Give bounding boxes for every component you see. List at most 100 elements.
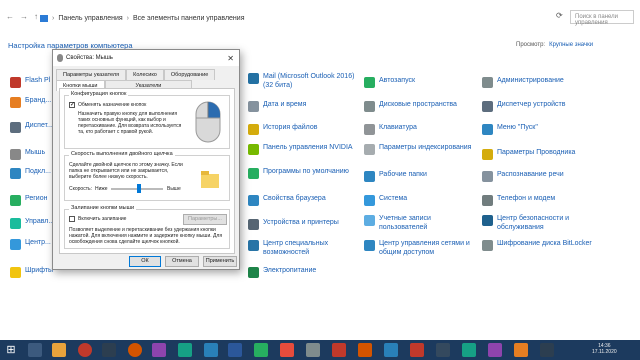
click-lock-checkbox[interactable] [69, 216, 75, 222]
apply-button[interactable]: Применить [203, 256, 237, 267]
cp-item[interactable]: Система [364, 194, 479, 214]
breadcrumb-item[interactable]: Все элементы панели управления [133, 15, 244, 22]
app-icon[interactable] [384, 343, 398, 357]
file-history-icon [248, 124, 259, 135]
firefox-icon[interactable] [128, 343, 142, 357]
cp-item[interactable]: Распознавание речи [482, 170, 597, 190]
credential-icon [10, 122, 21, 133]
cp-item[interactable]: Диспетчер устройств [482, 100, 597, 120]
app-icon[interactable] [280, 343, 294, 357]
system-clock[interactable]: 14:36 17.11.2020 [592, 343, 617, 355]
app-icon[interactable] [514, 343, 528, 357]
opera-icon[interactable] [78, 343, 92, 357]
cp-item[interactable]: Администрирование [482, 76, 597, 96]
app-icon[interactable] [306, 343, 320, 357]
tab-hardware[interactable]: Оборудование [163, 69, 216, 80]
app-icon[interactable] [410, 343, 424, 357]
cp-item[interactable]: Параметры Проводника [482, 148, 597, 168]
cancel-button[interactable]: Отмена [165, 256, 199, 267]
breadcrumb-item[interactable]: Панель управления [58, 15, 122, 22]
app-icon[interactable] [488, 343, 502, 357]
cp-item[interactable]: Центр безопасности и обслуживания [482, 214, 597, 234]
tab-row-1: Параметры указателя Колесико Оборудовани… [53, 69, 239, 80]
app-icon[interactable] [540, 343, 554, 357]
app-icon[interactable] [358, 343, 372, 357]
word-icon[interactable] [228, 343, 242, 357]
app-icon[interactable] [436, 343, 450, 357]
click-lock-label: Включить залипание [78, 216, 127, 222]
cp-item[interactable]: Центр специальных возможностей [248, 239, 363, 259]
folder-icon[interactable] [199, 168, 221, 190]
system-icon [364, 195, 375, 206]
fonts-icon [10, 267, 21, 278]
back-arrow-icon[interactable]: ← [6, 12, 14, 21]
close-icon[interactable]: ✕ [227, 54, 234, 63]
cp-item[interactable]: Телефон и модем [482, 194, 597, 214]
browser-icon [248, 195, 259, 206]
flash-icon [10, 77, 21, 88]
speed-slider-thumb[interactable] [137, 184, 141, 193]
cp-item[interactable]: Центр управления сетями и общим доступом [364, 239, 479, 259]
search-icon[interactable] [28, 343, 42, 357]
nvidia-icon [248, 144, 259, 155]
folder-icon [40, 14, 48, 22]
double-click-group: Скорость выполнения двойного щелчка Сдел… [64, 151, 230, 201]
cp-item[interactable]: Mail (Microsoft Outlook 2016) (32 бита) [248, 72, 363, 92]
speed-description: Сделайте двойной щелчок по этому значку.… [69, 162, 183, 180]
app-icon[interactable] [332, 343, 346, 357]
region-icon [10, 195, 21, 206]
cp-item[interactable]: Параметры индексирования [364, 143, 479, 163]
dialog-title: Свойства: Мышь [66, 55, 113, 61]
windows-start-icon[interactable]: ⊞ [4, 343, 18, 357]
group-title: Конфигурация кнопок [69, 91, 129, 97]
microphone-icon [482, 171, 493, 182]
cp-item[interactable]: Устройства и принтеры [248, 218, 363, 238]
navigation-buttons: ← → ↑ [6, 12, 38, 21]
security-flag-icon [482, 215, 493, 226]
group-title: Скорость выполнения двойного щелчка [69, 151, 175, 157]
up-arrow-icon[interactable]: ↑ [34, 12, 38, 21]
search-input[interactable]: Поиск в панели управления [570, 10, 634, 26]
ok-button[interactable]: ОК [129, 256, 161, 267]
app-icon[interactable] [178, 343, 192, 357]
user-accounts-icon [364, 215, 375, 226]
cp-item[interactable]: Свойства браузера [248, 194, 363, 214]
refresh-icon[interactable]: ⟳ [556, 11, 563, 20]
chevron-right-icon: › [126, 14, 129, 22]
view-by-value[interactable]: Крупные значки [549, 42, 593, 48]
cp-item[interactable]: Автозапуск [364, 76, 479, 96]
app-icon[interactable] [462, 343, 476, 357]
cp-item[interactable]: Шифрование диска BitLocker [482, 239, 597, 259]
cp-item[interactable]: Программы по умолчанию [248, 167, 363, 187]
mouse-illustration-icon [195, 101, 221, 143]
file-explorer-icon[interactable] [52, 343, 66, 357]
group-title: Залипание кнопки мыши [69, 205, 137, 211]
start-menu-icon [482, 124, 493, 135]
cp-item[interactable]: Дата и время [248, 100, 363, 120]
network-icon [364, 240, 375, 251]
app-icon[interactable] [102, 343, 116, 357]
cp-item[interactable]: Меню "Пуск" [482, 123, 597, 143]
cp-item[interactable]: Электропитание [248, 266, 363, 286]
speed-slow-label: Ниже [95, 186, 108, 192]
swap-buttons-checkbox[interactable] [69, 101, 75, 108]
cp-item[interactable]: Панель управления NVIDIA [248, 143, 363, 163]
app-icon[interactable] [254, 343, 268, 357]
view-by[interactable]: Просмотр: Крупные значки [516, 42, 593, 48]
taskbar: ⊞ 14:36 17.11.2020 [0, 340, 640, 360]
windows-icon [10, 239, 21, 250]
forward-arrow-icon[interactable]: → [20, 12, 28, 21]
indexing-icon [364, 144, 375, 155]
cp-item[interactable]: История файлов [248, 123, 363, 143]
app-icon[interactable] [204, 343, 218, 357]
cp-item[interactable]: Учетные записи пользователей [364, 214, 479, 234]
tab-wheel[interactable]: Колесико [126, 69, 164, 80]
speed-fast-label: Выше [167, 186, 181, 192]
app-icon[interactable] [152, 343, 166, 357]
cp-item[interactable]: Клавиатура [364, 123, 479, 143]
remote-icon [10, 168, 21, 179]
tab-pointer-options[interactable]: Параметры указателя [56, 69, 127, 80]
click-lock-settings-button[interactable]: Параметры... [183, 214, 227, 225]
cp-item[interactable]: Дисковые пространства [364, 100, 479, 120]
cp-item[interactable]: Рабочие папки [364, 170, 479, 190]
